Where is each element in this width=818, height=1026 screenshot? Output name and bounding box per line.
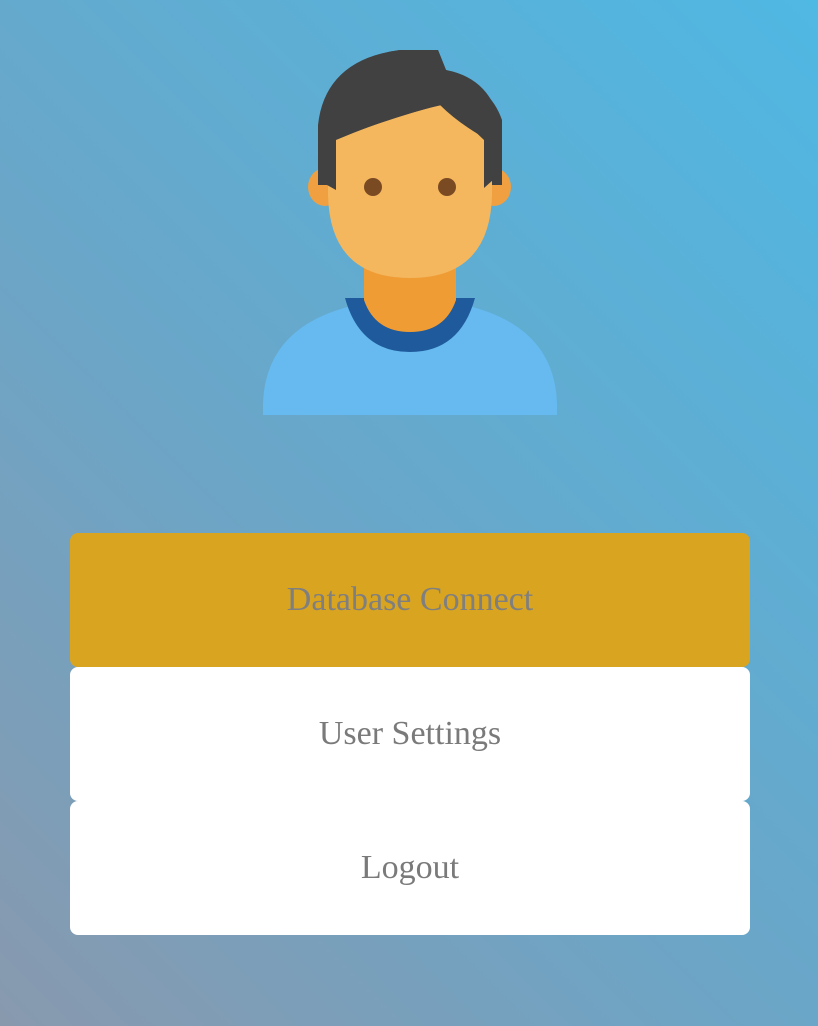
main-menu: Database Connect User Settings Logout bbox=[70, 533, 750, 935]
logout-button[interactable]: Logout bbox=[70, 801, 750, 935]
user-settings-button[interactable]: User Settings bbox=[70, 667, 750, 801]
user-avatar-icon bbox=[263, 50, 557, 415]
database-connect-button[interactable]: Database Connect bbox=[70, 533, 750, 667]
